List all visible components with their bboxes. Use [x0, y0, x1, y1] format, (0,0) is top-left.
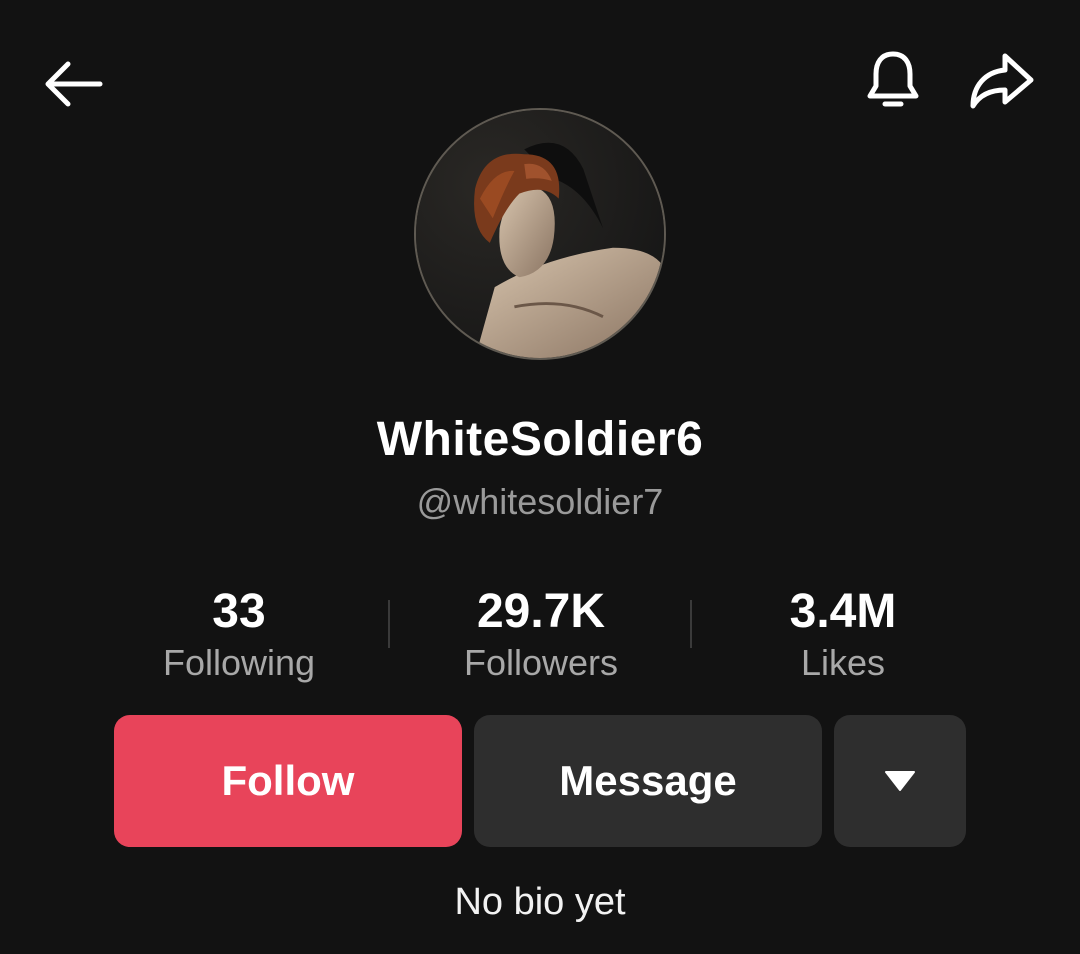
- stat-divider: [690, 600, 692, 648]
- caret-down-icon: [885, 771, 915, 791]
- username: @whitesoldier7: [416, 481, 664, 522]
- stat-divider: [388, 600, 390, 648]
- follow-button[interactable]: Follow: [114, 715, 462, 847]
- stat-value: 29.7K: [476, 585, 606, 638]
- stat-value: 33: [212, 585, 266, 638]
- message-button[interactable]: Message: [474, 715, 822, 847]
- back-button[interactable]: [32, 38, 112, 118]
- stat-label: Likes: [800, 642, 886, 683]
- avatar[interactable]: [414, 108, 666, 360]
- stat-followers[interactable]: 29.7K Followers: [411, 585, 671, 685]
- stat-likes: 3.4M Likes: [713, 585, 973, 685]
- more-options-button[interactable]: [834, 715, 966, 847]
- share-button[interactable]: [961, 38, 1041, 118]
- arrow-left-icon: [45, 61, 103, 107]
- bell-icon: [867, 51, 919, 107]
- profile-page: WhiteSoldier6 @whitesoldier7 33 Followin…: [0, 0, 1080, 954]
- share-arrow-icon: [970, 53, 1034, 109]
- stat-label: Followers: [463, 642, 619, 683]
- stat-label: Following: [162, 642, 316, 683]
- display-name: WhiteSoldier6: [376, 413, 704, 466]
- stat-value: 3.4M: [789, 585, 897, 638]
- profile-photo: [416, 110, 664, 358]
- notification-button[interactable]: [853, 38, 933, 118]
- stat-following[interactable]: 33 Following: [109, 585, 369, 685]
- bio-text: No bio yet: [454, 881, 626, 923]
